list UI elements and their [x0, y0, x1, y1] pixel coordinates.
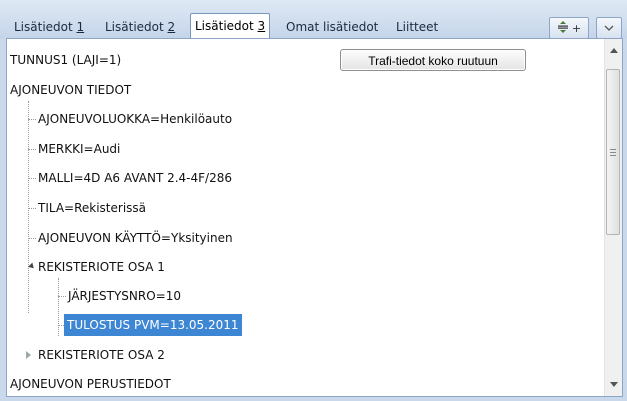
- tree-connector: [58, 296, 66, 297]
- tree-connector: [28, 101, 29, 313]
- tree-node-basic-info[interactable]: AJONEUVON PERUSTIEDOT: [10, 373, 171, 395]
- tree-connector: [28, 238, 36, 239]
- tab-lisatiedot-1[interactable]: Lisätiedot 1: [10, 16, 88, 38]
- tree-item-brand[interactable]: MERKKI=Audi: [38, 138, 120, 160]
- vertical-scrollbar[interactable]: [604, 39, 622, 396]
- expand-collapse-icon: [557, 20, 569, 37]
- tree-connector: [28, 119, 36, 120]
- tree-connector: [28, 149, 36, 150]
- tree-item-sequence-number[interactable]: JÄRJESTYSNRO=10: [68, 285, 181, 307]
- tab-lisatiedot-3[interactable]: Lisätiedot 3: [190, 13, 271, 39]
- expand-arrow-icon[interactable]: [28, 262, 36, 271]
- scroll-down-button[interactable]: [605, 376, 622, 393]
- tab-bar: Lisätiedot 1 Lisätiedot 2 Lisätiedot 3 O…: [0, 0, 627, 39]
- tree-root[interactable]: TUNNUS1 (LAJI=1): [10, 49, 121, 71]
- expand-collapse-button[interactable]: +: [549, 17, 589, 39]
- tree-connector: [28, 208, 36, 209]
- tab-liitteet[interactable]: Liitteet: [392, 16, 442, 38]
- tree-item-status[interactable]: TILA=Rekisterissä: [38, 197, 146, 219]
- tab-label: Lisätiedot: [195, 19, 258, 33]
- tab-number: 1: [76, 20, 85, 34]
- tab-omat-lisatiedot[interactable]: Omat lisätiedot: [282, 16, 382, 38]
- options-button[interactable]: [596, 17, 622, 39]
- tree-item-vehicle-class[interactable]: AJONEUVOLUOKKA=Henkilöauto: [38, 108, 232, 130]
- tree-node-register-part-2[interactable]: REKISTERIOTE OSA 2: [38, 344, 165, 366]
- plus-label: +: [571, 21, 582, 35]
- tree-item-usage[interactable]: AJONEUVON KÄYTTÖ=Yksityinen: [38, 227, 233, 249]
- tab-number: 3: [257, 19, 266, 33]
- details-panel: Trafi-tiedot koko ruutuun TUNNUS1 (LAJI=…: [6, 38, 623, 397]
- chevron-down-icon: [604, 22, 614, 35]
- tab-label: Lisätiedot: [105, 20, 168, 34]
- tab-lisatiedot-2[interactable]: Lisätiedot 2: [101, 16, 179, 38]
- tree-item-print-date[interactable]: TULOSTUS PVM=13.05.2011: [64, 314, 242, 336]
- scrollbar-thumb[interactable]: [606, 69, 620, 235]
- scroll-up-button[interactable]: [605, 42, 622, 59]
- tree-connector: [28, 178, 36, 179]
- tree-connector: [58, 278, 59, 336]
- tree-node-register-part-1[interactable]: REKISTERIOTE OSA 1: [38, 256, 165, 278]
- tab-label: Lisätiedot: [14, 20, 77, 34]
- tab-label: Liitteet: [396, 20, 439, 34]
- tree-node-vehicle-info[interactable]: AJONEUVON TIEDOT: [10, 79, 131, 101]
- tab-label: Omat lisätiedot: [286, 20, 379, 34]
- tree-item-model[interactable]: MALLI=4D A6 AVANT 2.4-4F/286: [38, 167, 232, 189]
- tab-number: 2: [167, 20, 176, 34]
- trafi-fullscreen-button[interactable]: Trafi-tiedot koko ruutuun: [340, 49, 526, 71]
- collapsed-arrow-icon[interactable]: [26, 351, 31, 359]
